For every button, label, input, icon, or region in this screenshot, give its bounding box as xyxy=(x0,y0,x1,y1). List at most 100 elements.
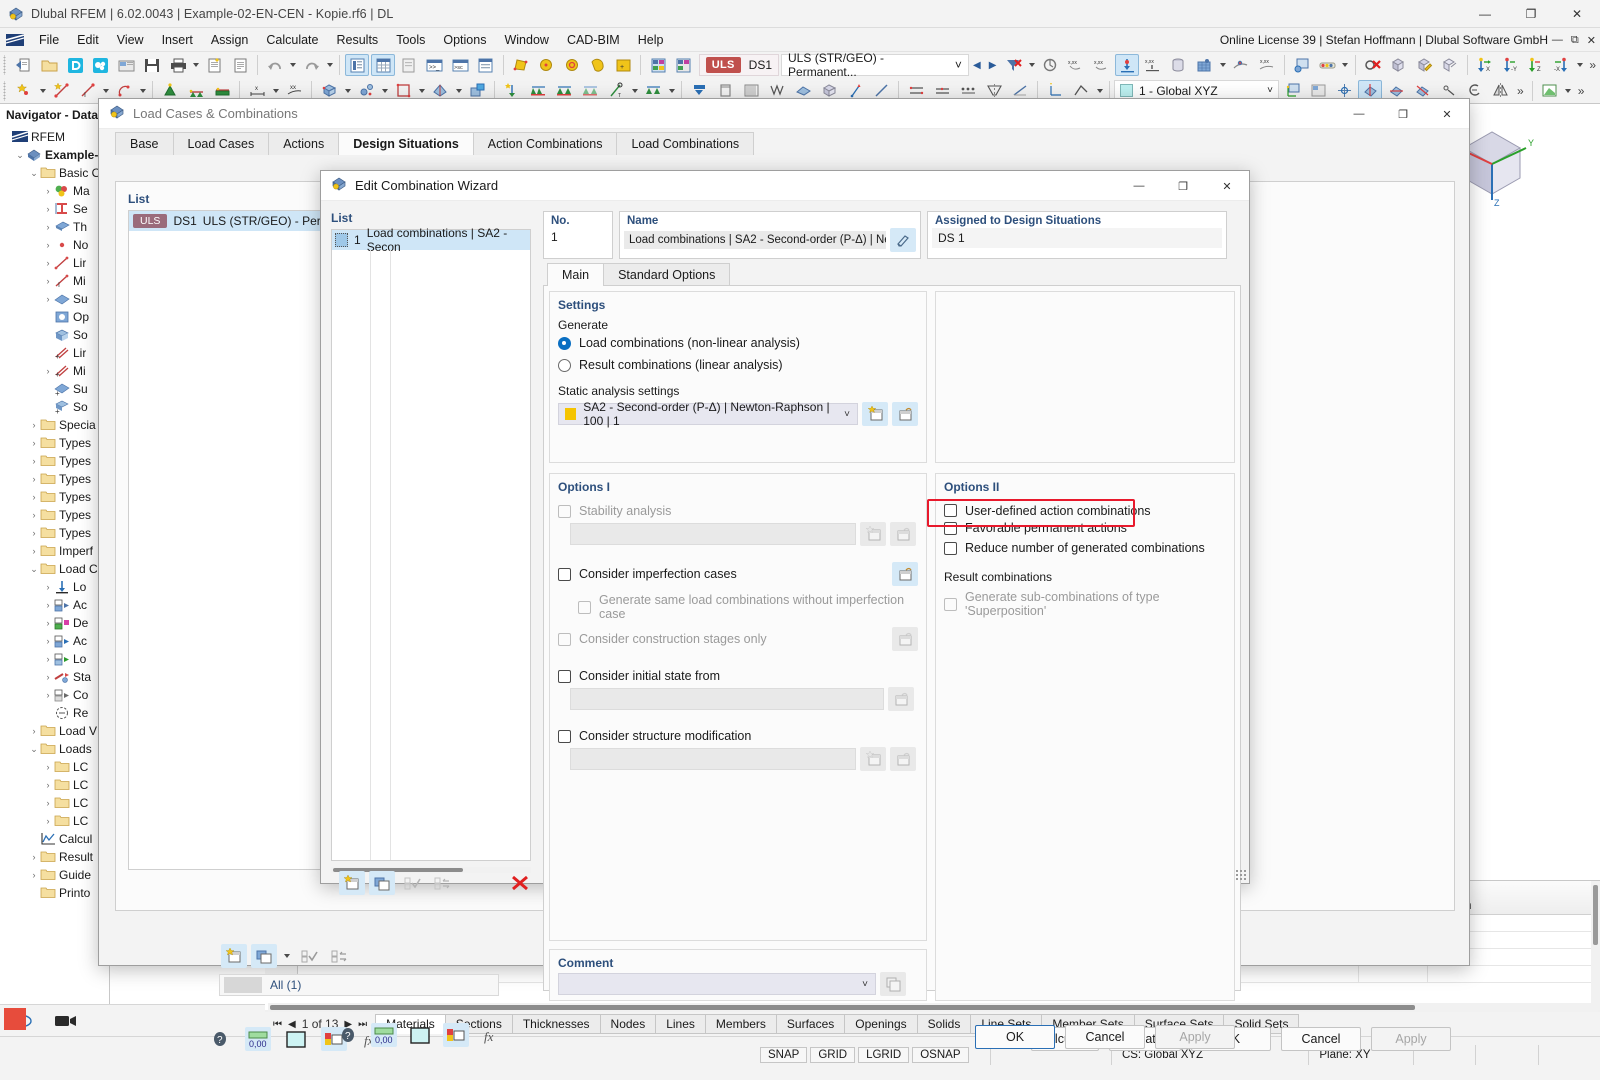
navigator-item[interactable]: Re xyxy=(0,704,109,722)
consider-imperfection-checkbox[interactable] xyxy=(558,568,571,581)
consider-imperfection-edit-button[interactable] xyxy=(892,562,918,586)
toolbar-grip[interactable] xyxy=(2,81,9,101)
expander-icon[interactable]: › xyxy=(42,600,54,610)
navigator-item[interactable]: ⌄Loads xyxy=(0,740,109,758)
navigator-item[interactable]: ›Specia xyxy=(0,416,109,434)
favorable-permanent-actions-row[interactable]: Favorable permanent actions xyxy=(936,516,1234,536)
expander-icon[interactable]: › xyxy=(42,204,54,214)
structure-modification-checkbox-row[interactable]: Consider structure modification xyxy=(550,711,926,743)
new-load-case-button[interactable] xyxy=(646,54,670,76)
view-z-button[interactable]: Z xyxy=(1524,54,1548,76)
dlubal-cloud-button[interactable] xyxy=(89,54,113,76)
edit-combination-wizard-dialog[interactable]: Edit Combination Wizard — ❐ ✕ List 1 Loa… xyxy=(320,170,1250,884)
document-button[interactable] xyxy=(229,54,253,76)
navigator-item[interactable]: ›LC xyxy=(0,776,109,794)
print-dropdown-arrow[interactable] xyxy=(191,54,202,76)
mdi-minimize-button[interactable]: — xyxy=(1552,34,1563,46)
lcc-tab-load-cases[interactable]: Load Cases xyxy=(173,132,270,155)
sheet-tab-lines[interactable]: Lines xyxy=(655,1014,706,1034)
load-wizard-button[interactable] xyxy=(1038,54,1062,76)
comment-copy-button[interactable] xyxy=(880,972,906,996)
static-analysis-new-button[interactable] xyxy=(862,402,888,426)
navigator-item[interactable]: ›Lo xyxy=(0,578,109,596)
ecw-list-box[interactable]: 1 Load combinations | SA2 - Secon xyxy=(331,229,531,861)
generate-without-imperfection-checkbox-row[interactable]: Generate same load combinations without … xyxy=(550,586,926,621)
lcc-units-icon[interactable]: 0,00 xyxy=(245,1027,271,1051)
navigator-item[interactable]: +So xyxy=(0,398,109,416)
navigator-item[interactable]: Op xyxy=(0,308,109,326)
construction-stages-checkbox[interactable] xyxy=(558,633,571,646)
view-minus-y-button[interactable]: -Y xyxy=(1498,54,1522,76)
lcc-maximize-button[interactable]: ❐ xyxy=(1381,99,1425,129)
expander-icon[interactable]: › xyxy=(28,492,40,502)
status-chip-snap[interactable]: SNAP xyxy=(760,1047,807,1063)
navigator-item[interactable]: ›Sta xyxy=(0,668,109,686)
select-by-circle-button[interactable] xyxy=(534,54,558,76)
lcc-tab-actions[interactable]: Actions xyxy=(268,132,339,155)
navigator-item[interactable]: ⌄Basic O xyxy=(0,164,109,182)
navigator-item[interactable]: ›Guide xyxy=(0,866,109,884)
toolbar-overflow-button[interactable]: » xyxy=(1585,58,1600,72)
table-toggle-button[interactable] xyxy=(371,54,395,76)
expander-icon[interactable]: › xyxy=(28,546,40,556)
result-diagram-button[interactable] xyxy=(1315,54,1339,76)
status-chip-lgrid[interactable]: LGRID xyxy=(858,1047,909,1063)
detail-panel-button[interactable] xyxy=(474,54,498,76)
menu-calculate[interactable]: Calculate xyxy=(257,31,327,49)
result-values-2-button[interactable]: x,xx xyxy=(1090,54,1114,76)
close-button[interactable]: ✕ xyxy=(1554,0,1600,28)
navigator-item[interactable]: ›De xyxy=(0,614,109,632)
navigator-item[interactable]: ›Load V xyxy=(0,722,109,740)
expander-icon[interactable]: › xyxy=(42,690,54,700)
sheet-tab-thicknesses[interactable]: Thicknesses xyxy=(512,1014,601,1034)
surface-select-button[interactable] xyxy=(509,54,533,76)
generate-subcombinations-row[interactable]: Generate sub-combinations of type 'Super… xyxy=(936,584,1234,618)
table-filter-button[interactable] xyxy=(397,54,421,76)
expander-icon[interactable]: › xyxy=(42,672,54,682)
ecw-help-icon[interactable]: ? xyxy=(335,1023,361,1047)
redo-button[interactable] xyxy=(300,54,324,76)
expander-icon[interactable]: › xyxy=(42,366,54,376)
expander-icon[interactable]: › xyxy=(42,582,54,592)
ecw-cancel-button[interactable]: Cancel xyxy=(1065,1025,1145,1049)
camera-icon[interactable] xyxy=(52,1010,80,1032)
navigator-item[interactable]: ›Types xyxy=(0,434,109,452)
navigator-item[interactable]: +Su xyxy=(0,380,109,398)
ecw-tabstrip[interactable]: MainStandard Options xyxy=(547,263,729,286)
navigator-item[interactable]: So xyxy=(0,326,109,344)
table-horizontal-scrollbar[interactable] xyxy=(268,1003,1598,1012)
lcc-copy-button[interactable] xyxy=(251,944,277,968)
previous-case-button[interactable]: ◀ xyxy=(969,54,985,76)
stability-analysis-new-button[interactable] xyxy=(860,522,886,546)
expander-icon[interactable]: › xyxy=(28,726,40,736)
model-info-button[interactable] xyxy=(115,54,139,76)
script-button[interactable]: >sc xyxy=(448,54,472,76)
structure-modification-edit-button[interactable] xyxy=(890,747,916,771)
ecw-color-swatch-icon[interactable] xyxy=(407,1023,433,1047)
lcc-tab-load-combinations[interactable]: Load Combinations xyxy=(616,132,754,155)
ecw-name-edit-button[interactable] xyxy=(890,228,916,252)
generate-without-imperfection-checkbox[interactable] xyxy=(578,601,591,614)
expander-icon[interactable]: › xyxy=(42,618,54,628)
initial-state-input[interactable] xyxy=(570,688,884,710)
expander-icon[interactable]: › xyxy=(42,636,54,646)
structure-modification-input[interactable] xyxy=(570,748,856,770)
navigator-item[interactable]: ›Types xyxy=(0,524,109,542)
ecw-close-button[interactable]: ✕ xyxy=(1205,171,1249,201)
ecw-units-icon[interactable]: 0,00 xyxy=(371,1023,397,1047)
navigator-item[interactable]: ›Ac xyxy=(0,596,109,614)
structure-modification-checkbox[interactable] xyxy=(558,730,571,743)
menu-options[interactable]: Options xyxy=(434,31,495,49)
ecw-formula-icon[interactable]: fx xyxy=(479,1023,505,1047)
navigator-item[interactable]: ›Lir xyxy=(0,254,109,272)
navigator-item[interactable]: Printo xyxy=(0,884,109,902)
edit-view-button[interactable] xyxy=(1412,54,1436,76)
scroll-thumb[interactable] xyxy=(1593,885,1598,945)
navigator-item[interactable]: ›IMi xyxy=(0,272,109,290)
construction-stages-edit-button[interactable] xyxy=(892,627,918,651)
consider-imperfection-checkbox-row[interactable]: Consider imperfection cases xyxy=(558,567,892,581)
mirror-view-button[interactable] xyxy=(1488,80,1512,102)
ecw-list-row[interactable]: 1 Load combinations | SA2 - Secon xyxy=(332,230,530,250)
sheet-tab-nodes[interactable]: Nodes xyxy=(600,1014,657,1034)
expander-icon[interactable]: › xyxy=(28,420,40,430)
